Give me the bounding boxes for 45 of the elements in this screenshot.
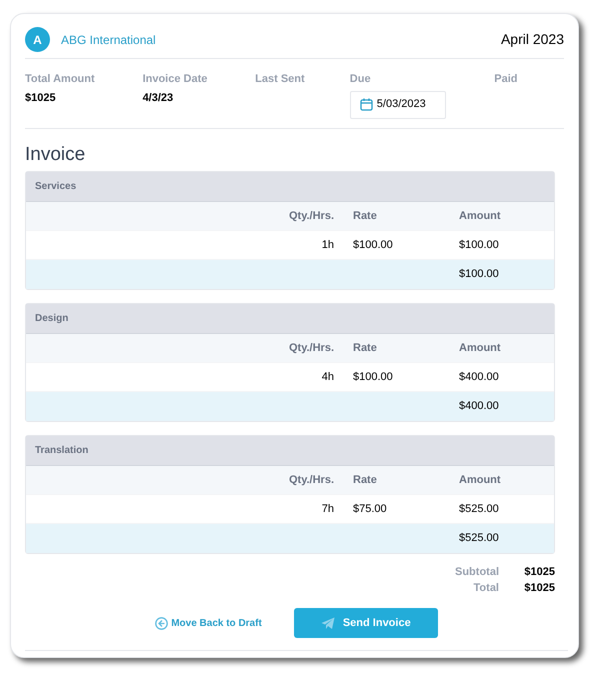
summary-label: Due xyxy=(350,72,372,87)
summary-label: Invoice Date xyxy=(142,72,208,87)
table-cell-text: $400.00 xyxy=(458,399,500,414)
table-cell-text: $525.00 xyxy=(458,531,500,546)
due-date-field[interactable]: 5/03/2023 xyxy=(350,90,446,118)
period-label: April 2023 xyxy=(500,30,564,49)
group-header: Services xyxy=(26,172,554,202)
client-link[interactable]: ABG International xyxy=(61,30,156,48)
section-title: Invoice xyxy=(25,143,86,167)
back-arrow-icon xyxy=(155,616,168,630)
column-header: Qty./Hrs. xyxy=(288,208,335,224)
column-header: Rate xyxy=(352,472,378,488)
avatar: A xyxy=(25,27,50,52)
summary-label: Last Sent xyxy=(255,72,306,87)
group-header: Design xyxy=(26,304,554,334)
group-header: Translation xyxy=(26,436,554,466)
column-header: Rate xyxy=(352,208,378,224)
column-header: Qty./Hrs. xyxy=(288,340,335,356)
calendar-icon xyxy=(360,98,373,111)
summary-label: Total Amount xyxy=(25,72,96,87)
total-value: $1025 xyxy=(523,580,555,596)
column-header: Rate xyxy=(352,340,378,356)
table-cell-text: $400.00 xyxy=(458,370,500,385)
table-cell-text: 4h xyxy=(320,370,335,385)
column-header: Amount xyxy=(458,208,502,224)
back-link[interactable]: Move Back to Draft xyxy=(155,616,262,630)
table-cell-text: $100.00 xyxy=(352,370,394,385)
paper-plane-icon xyxy=(320,616,335,630)
table-cell-text: 1h xyxy=(320,238,335,253)
table-cell-text: $525.00 xyxy=(458,502,500,517)
column-header: Qty./Hrs. xyxy=(288,472,335,488)
summary-label: Paid xyxy=(494,72,518,87)
table-cell-text: $100.00 xyxy=(352,238,394,253)
column-header: Amount xyxy=(458,340,502,356)
table-cell-text: $100.00 xyxy=(458,267,500,282)
send-button[interactable]: Send Invoice xyxy=(294,608,438,638)
total-label: Subtotal xyxy=(454,564,499,580)
table-cell-text: $100.00 xyxy=(458,238,500,253)
column-header: Amount xyxy=(458,472,502,488)
summary-value: $1025 xyxy=(25,90,57,106)
table-cell-text: $75.00 xyxy=(352,502,388,517)
table-cell-text: 7h xyxy=(320,502,335,517)
total-label: Total xyxy=(472,580,499,596)
total-value: $1025 xyxy=(523,564,555,580)
summary-value: 4/3/23 xyxy=(142,90,174,106)
